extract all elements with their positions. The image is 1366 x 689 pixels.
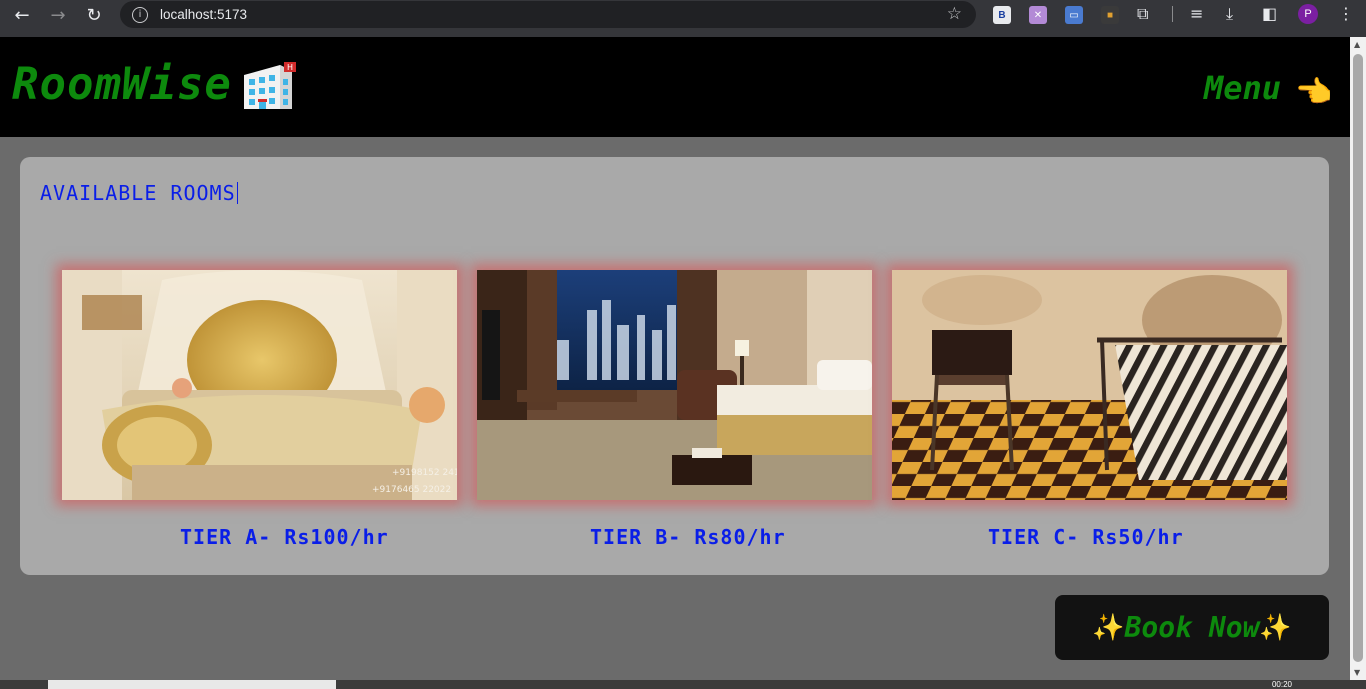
tier-c-label: TIER C- Rs50/hr — [988, 525, 1184, 549]
pointing-hand-icon[interactable]: 👈 — [1295, 75, 1332, 110]
basic-room-image — [892, 270, 1287, 500]
profile-avatar[interactable]: P — [1298, 4, 1318, 24]
tier-b-label: TIER B- Rs80/hr — [590, 525, 786, 549]
sparkles-icon: ✨ — [1259, 612, 1292, 643]
room-image-tier-a[interactable]: +9198152 24101 +9176465 22022 — [62, 270, 457, 500]
hotel-building-icon: H — [240, 61, 298, 111]
menu-button[interactable]: Menu — [1204, 69, 1281, 107]
os-taskbar: 00:20 — [0, 680, 1366, 689]
browser-toolbar: ← → ↻ i localhost:5173 ☆ B ✕ ▭ ■ ⧉ ≡ ⤓ ◧… — [0, 0, 1366, 37]
scrollbar-thumb[interactable] — [1353, 54, 1363, 662]
available-rooms-panel: AVAILABLE ROOMS +9198152 241 +9176465 22… — [20, 157, 1329, 575]
toolbar-separator — [1172, 6, 1173, 22]
download-icon[interactable]: ⤓ — [1226, 4, 1233, 24]
svg-text:+9198152 24101: +9198152 24101 — [392, 468, 457, 478]
site-header: RoomWise H Menu 👈 — [0, 37, 1350, 137]
taskbar-clock: 00:20 — [1271, 680, 1292, 689]
book-now-label: Book Now — [1124, 611, 1260, 644]
url-text: localhost:5173 — [160, 7, 248, 22]
panel-title: AVAILABLE ROOMS — [40, 181, 238, 205]
modern-hotel-room-image — [477, 270, 872, 500]
back-icon[interactable]: ← — [4, 1, 40, 29]
extensions-puzzle-icon[interactable]: ⧉ — [1137, 4, 1148, 24]
room-image-tier-c[interactable] — [892, 270, 1287, 500]
reload-icon[interactable]: ↻ — [76, 1, 112, 29]
scroll-up-arrow-icon[interactable]: ▲ — [1354, 40, 1360, 49]
kebab-menu-icon[interactable]: ⋮ — [1338, 4, 1354, 23]
text-cursor — [236, 182, 238, 204]
site-logo-text[interactable]: RoomWise — [12, 59, 232, 110]
media-queue-icon[interactable]: ≡ — [1190, 4, 1203, 23]
extension-window-icon[interactable]: ▭ — [1065, 6, 1083, 24]
page-scrollbar[interactable]: ▲ ▼ — [1350, 37, 1366, 680]
tier-a-label: TIER A- Rs100/hr — [180, 525, 389, 549]
extension-b-icon[interactable]: B — [993, 6, 1011, 24]
site-info-icon[interactable]: i — [132, 6, 148, 23]
extension-camera-icon[interactable]: ■ — [1101, 6, 1119, 24]
scroll-down-arrow-icon[interactable]: ▼ — [1354, 668, 1360, 677]
address-bar[interactable]: i localhost:5173 ☆ — [120, 1, 976, 28]
bookmark-star-icon[interactable]: ☆ — [947, 4, 962, 24]
svg-text:+9176465 22022: +9176465 22022 — [372, 485, 451, 495]
room-image-tier-b[interactable] — [477, 270, 872, 500]
sparkles-icon: ✨ — [1092, 612, 1125, 643]
extension-face-icon[interactable]: ✕ — [1029, 6, 1047, 24]
forward-icon[interactable]: → — [40, 1, 76, 29]
taskbar-search-box[interactable] — [48, 680, 336, 689]
luxury-bedroom-image: +9198152 24101 +9176465 22022 — [62, 270, 457, 500]
svg-text:H: H — [287, 63, 293, 72]
book-now-button[interactable]: ✨ Book Now ✨ — [1055, 595, 1329, 660]
side-panel-icon[interactable]: ◧ — [1262, 4, 1277, 23]
